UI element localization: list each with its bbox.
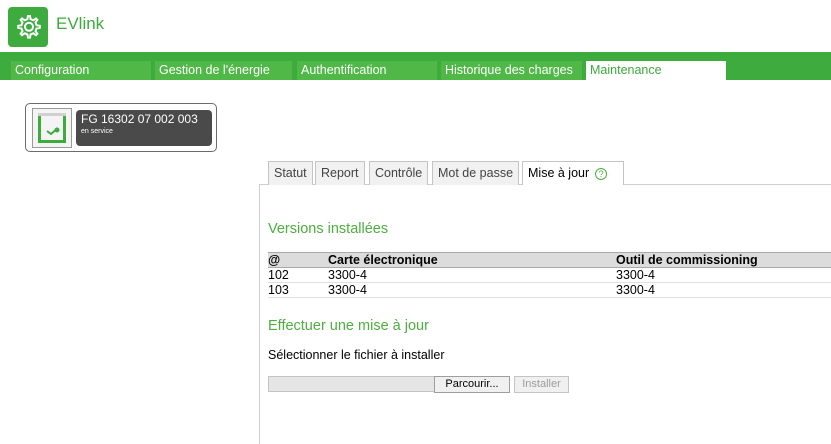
tab-mise-a-jour[interactable]: Mise à jour?	[522, 161, 624, 185]
table-cell: 3300-4	[616, 282, 831, 298]
tab-report[interactable]: Report	[315, 161, 365, 185]
station-status: en service	[81, 128, 113, 135]
tab-configuration[interactable]: Configuration	[11, 61, 151, 80]
table-cell: 3300-4	[328, 267, 616, 283]
app-name: EVlink	[56, 14, 105, 33]
column-header-card: Carte électronique	[328, 252, 616, 268]
tab-historique-charges[interactable]: Historique des charges	[441, 61, 582, 80]
browse-button[interactable]: Parcourir...	[434, 376, 510, 393]
select-file-label: Sélectionner le fichier à installer	[268, 348, 445, 362]
table-cell: 102	[268, 267, 328, 283]
column-header-tool: Outil de commissioning	[616, 252, 831, 268]
versions-table: @ Carte électronique Outil de commission…	[268, 252, 831, 298]
station-id: FG 16302 07 002 003	[81, 112, 198, 126]
table-row: 103 3300-4 3300-4	[268, 282, 831, 298]
table-cell: 3300-4	[616, 267, 831, 283]
tab-authentification[interactable]: Authentification	[297, 61, 437, 80]
table-header-row: @ Carte électronique Outil de commission…	[268, 252, 831, 268]
charging-station-icon	[32, 108, 72, 148]
table-row: 102 3300-4 3300-4	[268, 267, 831, 283]
settings-gear-icon	[8, 7, 48, 47]
app-header: EVlink	[0, 0, 831, 52]
column-header-address: @	[268, 252, 328, 268]
install-button[interactable]: Installer	[514, 376, 569, 393]
help-circle-icon[interactable]: ?	[595, 167, 608, 180]
tab-maintenance[interactable]: Maintenance	[586, 61, 726, 80]
station-label: FG 16302 07 002 003 en service	[76, 110, 212, 146]
main-navigation: Configuration Gestion de l'énergie Authe…	[0, 52, 831, 80]
table-cell: 3300-4	[328, 282, 616, 298]
file-path-field[interactable]	[268, 376, 434, 392]
tab-mise-a-jour-label: Mise à jour	[528, 166, 590, 180]
tab-mot-de-passe[interactable]: Mot de passe	[432, 161, 520, 185]
station-card[interactable]: FG 16302 07 002 003 en service	[25, 103, 217, 152]
tab-controle[interactable]: Contrôle	[369, 161, 429, 185]
update-title: Effectuer une mise à jour	[268, 318, 429, 334]
tab-gestion-energie[interactable]: Gestion de l'énergie	[155, 61, 292, 80]
table-cell: 103	[268, 282, 328, 298]
tab-statut[interactable]: Statut	[268, 161, 313, 185]
installed-versions-title: Versions installées	[268, 221, 389, 237]
